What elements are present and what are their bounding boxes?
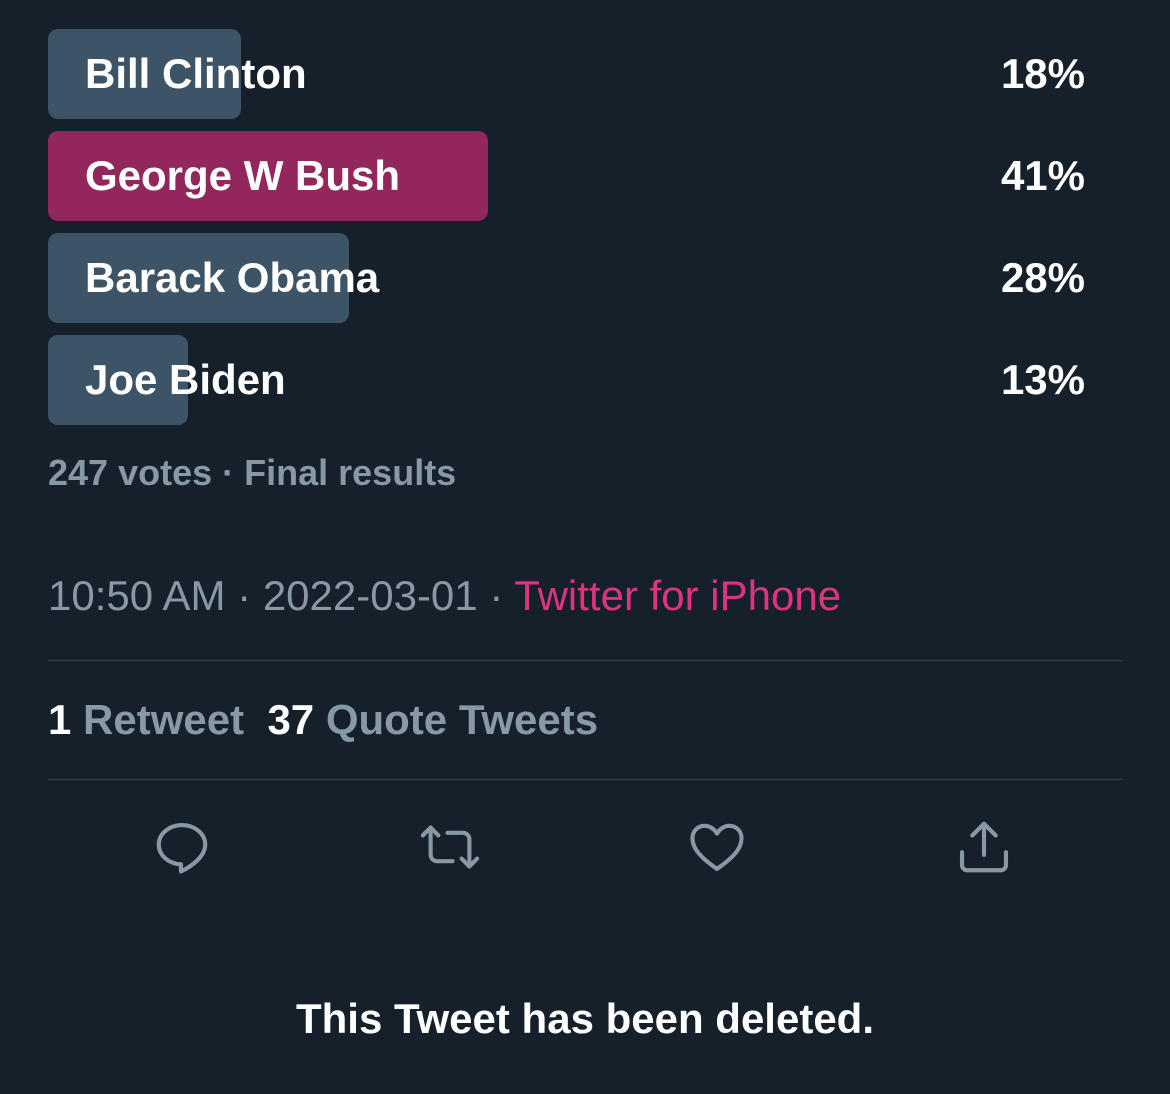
- poll-option-percent: 13%: [1000, 356, 1085, 403]
- share-icon: [959, 821, 1009, 873]
- divider: [48, 779, 1122, 780]
- poll-option-percent: 41%: [1000, 152, 1085, 199]
- poll-option-bill-clinton: Bill Clinton 18%: [48, 29, 1088, 119]
- separator-dot: ·: [222, 452, 235, 493]
- poll-option-percent: 18%: [1000, 50, 1085, 97]
- share-button[interactable]: [949, 812, 1019, 882]
- retweet-count: 1: [48, 696, 72, 743]
- tweet-meta: 10:50 AM · 2022-03-01 · Twitter for iPho…: [48, 572, 841, 620]
- poll-option-label: Bill Clinton: [85, 50, 307, 97]
- retweet-icon: [420, 825, 480, 869]
- quote-tweets-link[interactable]: 37 Quote Tweets: [267, 696, 598, 743]
- retweet-label: Retweet: [83, 696, 245, 743]
- tweet-time[interactable]: 10:50 AM: [48, 572, 225, 619]
- like-icon: [690, 823, 744, 872]
- retweet-button[interactable]: [415, 812, 485, 882]
- tweet-stats: 1 Retweet 37 Quote Tweets: [48, 696, 598, 744]
- divider: [48, 660, 1122, 661]
- tweet-date[interactable]: 2022-03-01: [263, 572, 478, 619]
- poll: Bill Clinton 18% George W Bush 41% Barac…: [48, 29, 1088, 437]
- poll-option-barack-obama: Barack Obama 28%: [48, 233, 1088, 323]
- poll-option-label: Barack Obama: [85, 254, 380, 301]
- separator-dot: ·: [237, 572, 252, 619]
- deleted-tweet-notice: This Tweet has been deleted.: [295, 995, 875, 1042]
- like-button[interactable]: [682, 812, 752, 882]
- tweet-source-link[interactable]: Twitter for iPhone: [514, 572, 841, 619]
- poll-summary: 247 votes · Final results: [48, 452, 456, 494]
- reply-icon: [156, 822, 208, 874]
- poll-option-percent: 28%: [1000, 254, 1085, 301]
- quote-label: Quote Tweets: [325, 696, 599, 743]
- separator-dot: ·: [489, 572, 504, 619]
- reply-button[interactable]: [147, 812, 217, 882]
- poll-vote-count: 247 votes: [48, 452, 213, 493]
- poll-option-label: Joe Biden: [85, 356, 286, 403]
- poll-option-label: George W Bush: [85, 152, 401, 199]
- retweets-link[interactable]: 1 Retweet: [48, 696, 244, 743]
- tweet-action-bar: [0, 812, 1170, 882]
- poll-status: Final results: [244, 452, 457, 493]
- quote-count: 37: [267, 696, 315, 743]
- poll-option-joe-biden: Joe Biden 13%: [48, 335, 1088, 425]
- poll-option-george-w-bush: George W Bush 41%: [48, 131, 1088, 221]
